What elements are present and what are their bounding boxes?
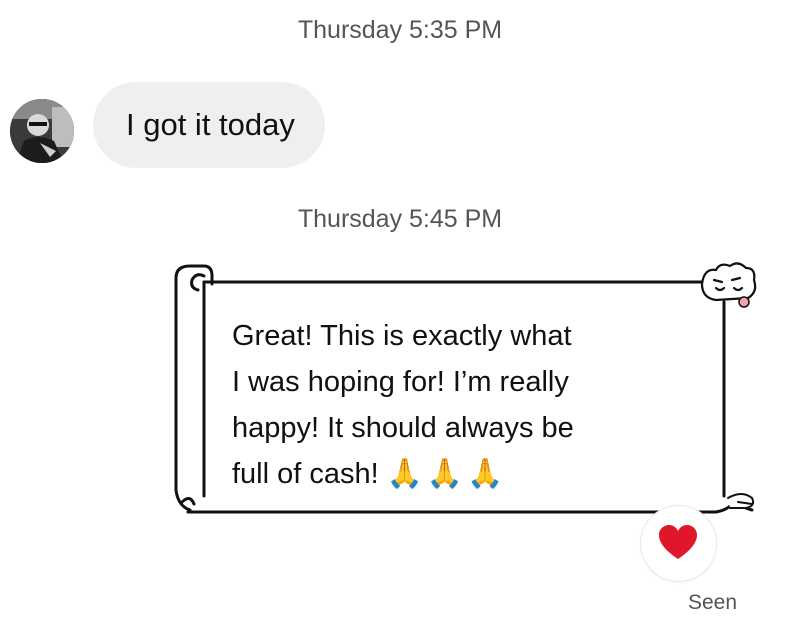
message-line: I was hoping for! I’m really: [232, 366, 569, 398]
heart-icon: [659, 525, 697, 559]
chat-thread: Thursday 5:35 PM I got it today Thursday…: [0, 0, 800, 641]
avatar-photo-icon: [10, 99, 74, 163]
reaction-button[interactable]: [640, 505, 717, 582]
message-line: full of cash! 🙏🙏🙏: [232, 451, 632, 497]
folded-hands-emoji: 🙏🙏🙏: [386, 458, 508, 490]
message-line-text: full of cash!: [232, 458, 379, 490]
outgoing-message-text: Great! This is exactly what I was hoping…: [232, 313, 632, 497]
avatar[interactable]: [10, 99, 74, 163]
message-line: happy! It should always be: [232, 412, 574, 444]
timestamp: Thursday 5:35 PM: [297, 16, 503, 44]
timestamp: Thursday 5:45 PM: [297, 205, 503, 233]
incoming-message-bubble[interactable]: I got it today: [93, 82, 325, 168]
seen-status: Seen: [688, 591, 738, 614]
message-line: Great! This is exactly what: [232, 320, 572, 352]
